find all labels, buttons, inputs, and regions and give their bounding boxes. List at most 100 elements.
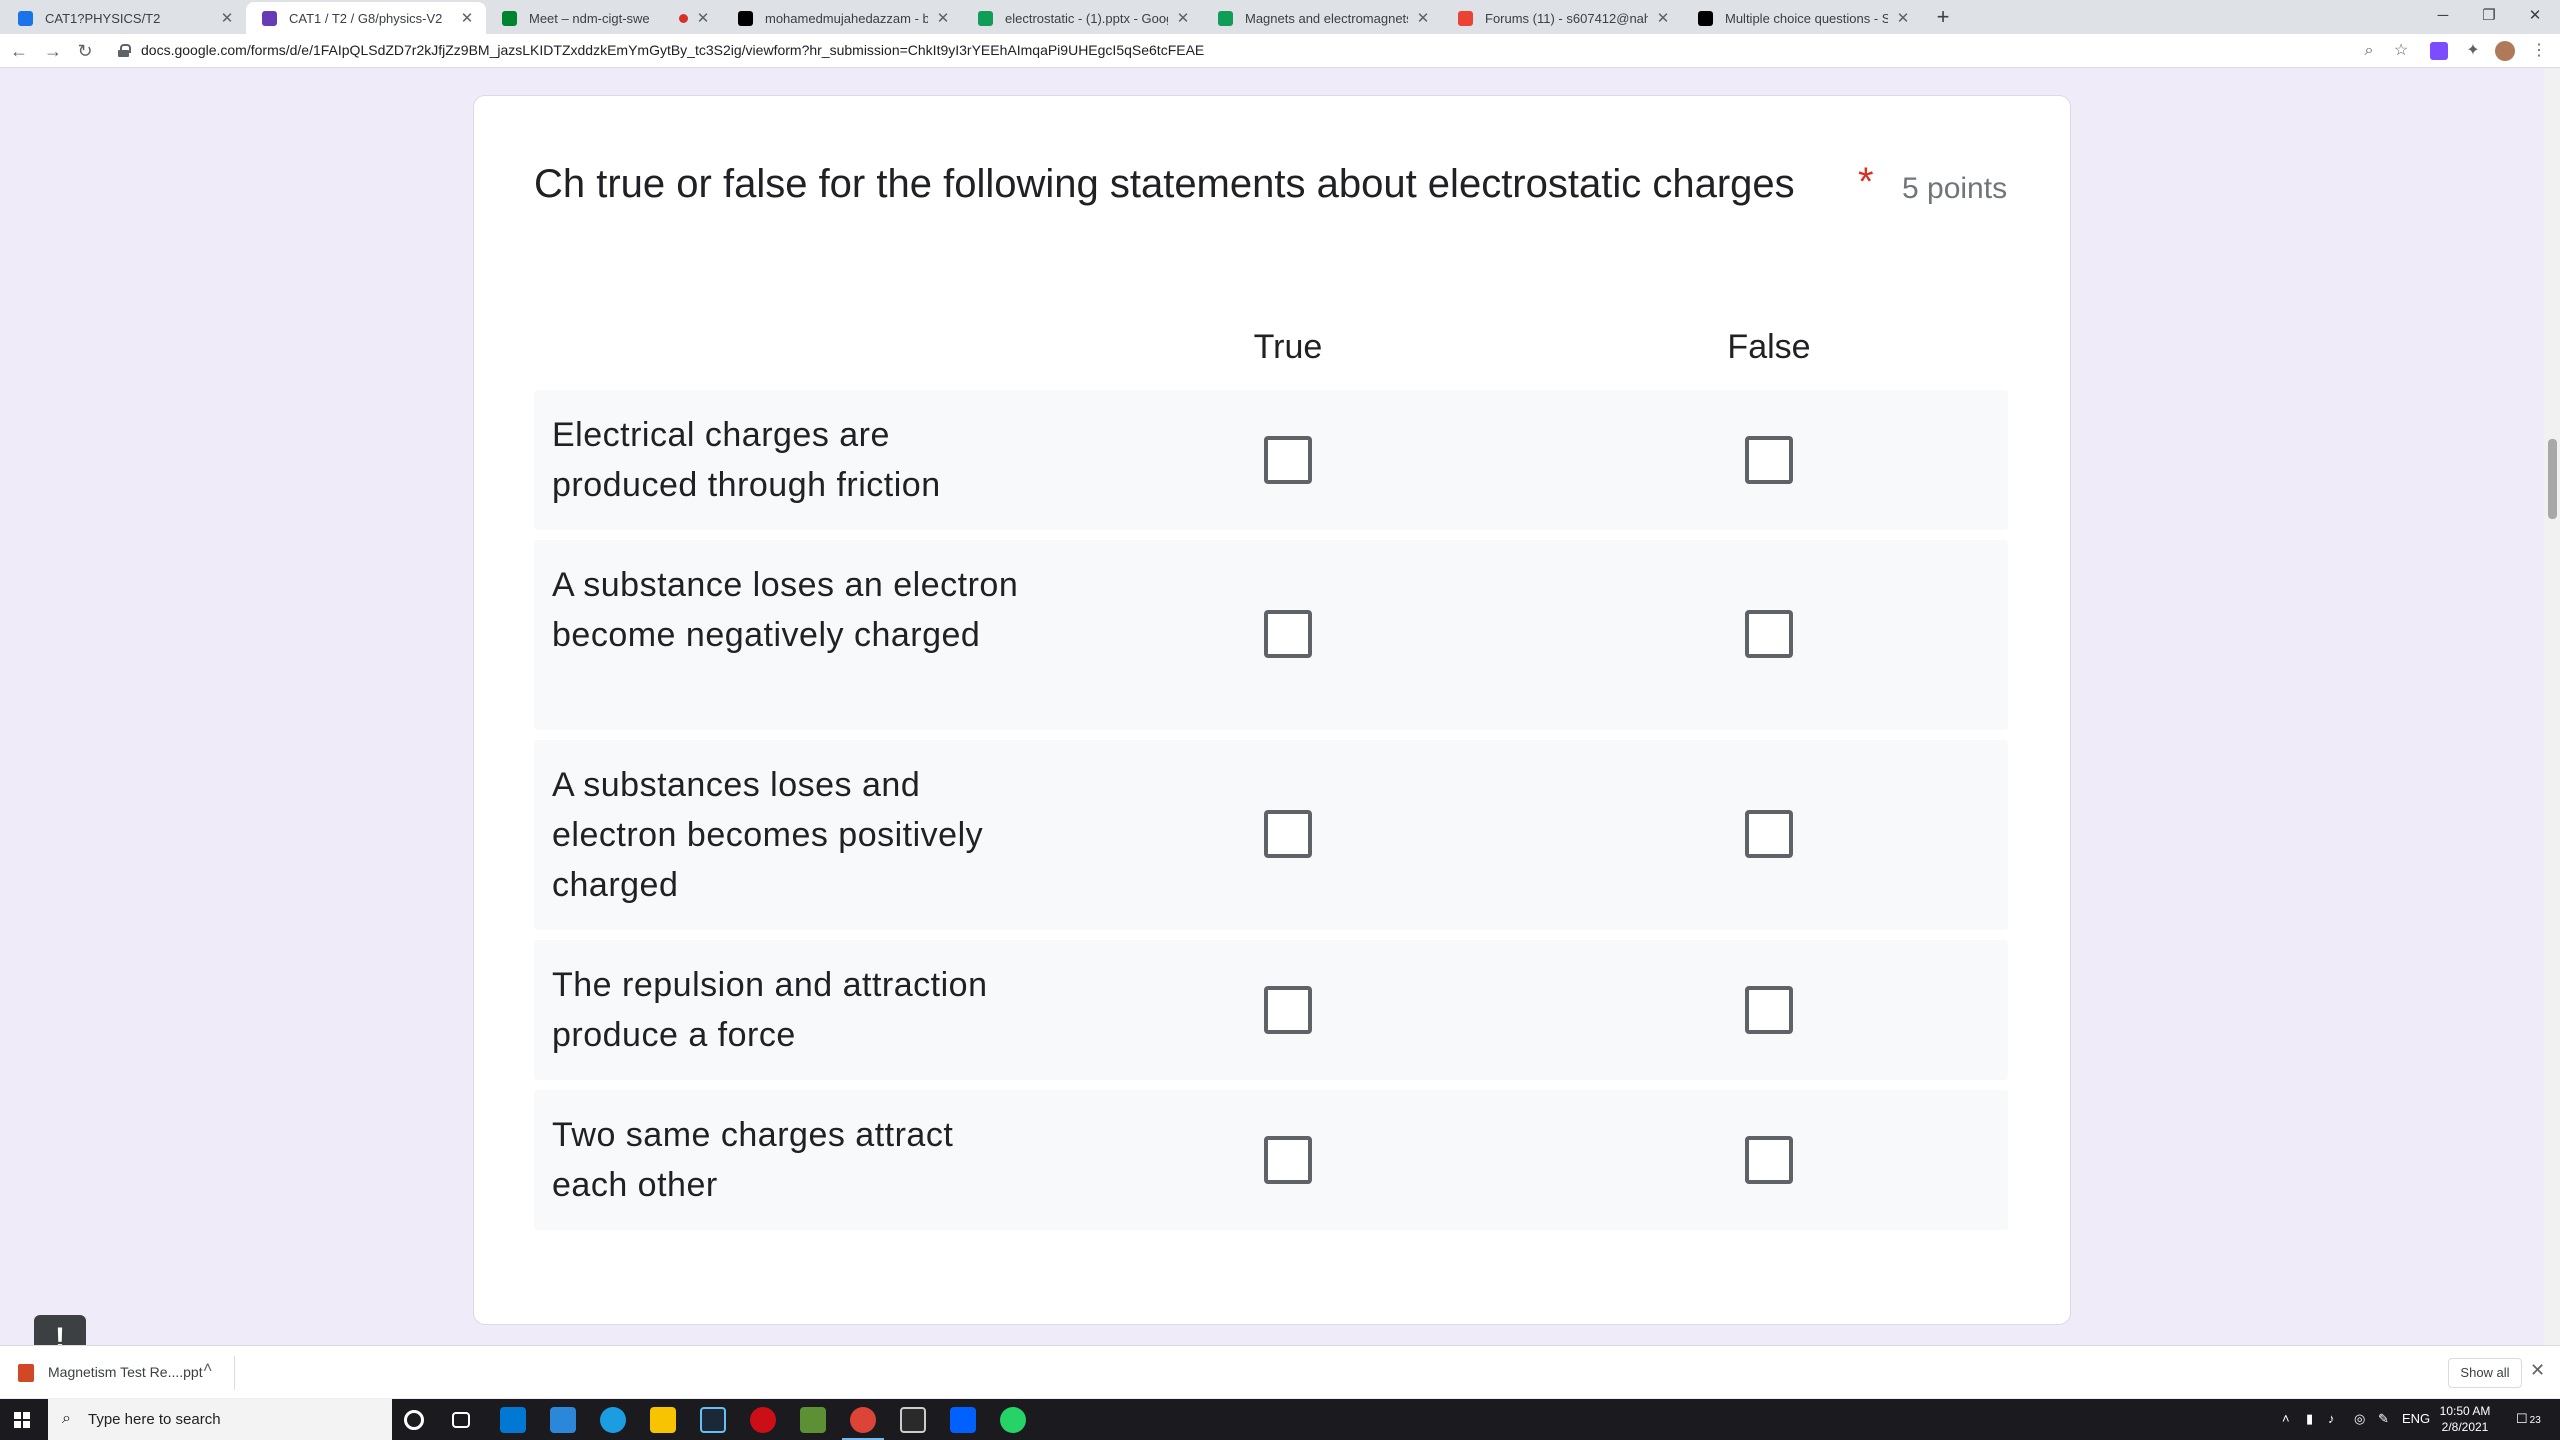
extensions-puzzle-icon[interactable]: ✦ [2462, 40, 2484, 62]
close-icon[interactable]: ✕ [694, 9, 712, 27]
row-label: Two same charges attract each other [552, 1116, 954, 1204]
show-all-downloads-button[interactable]: Show all [2448, 1358, 2522, 1388]
checkbox-false[interactable] [1745, 986, 1793, 1034]
browser-tab-strip: CAT1?PHYSICS/T2 ✕ CAT1 / T2 / G8/physics… [0, 0, 2560, 34]
close-icon[interactable]: ✕ [934, 9, 952, 27]
tab-cat1-physics[interactable]: CAT1?PHYSICS/T2 ✕ [2, 2, 246, 34]
checkbox-false[interactable] [1745, 1136, 1793, 1184]
row-label: The repulsion and attraction produce a f… [552, 966, 988, 1054]
browser-menu-icon[interactable]: ⋮ [2528, 40, 2550, 62]
action-center-icon[interactable]: ☐ 23 [2516, 1411, 2541, 1427]
checkbox-true[interactable] [1264, 436, 1312, 484]
pen-icon[interactable]: ✎ [2378, 1411, 2389, 1427]
dropbox-app-icon[interactable] [950, 1407, 976, 1433]
windows-taskbar: ⌕ Type here to search ˄ ▮ ♪ ◎ ✎ ENG 10:5… [0, 1399, 2560, 1440]
tab-title: CAT1 / T2 / G8/physics-V2 [289, 10, 443, 26]
forward-button[interactable]: → [42, 40, 64, 62]
row-label: A substance loses an electron become neg… [552, 566, 1019, 654]
close-icon[interactable]: ✕ [218, 9, 236, 27]
microphone-icon[interactable]: ▮ [2306, 1411, 2313, 1427]
taskbar-search-box[interactable]: ⌕ Type here to search [48, 1399, 392, 1440]
tab-google-meet[interactable]: Meet – ndm-cigt-swe ✕ [486, 2, 722, 34]
checkbox-true[interactable] [1264, 986, 1312, 1034]
page-scrollbar[interactable] [2544, 69, 2560, 1345]
report-feedback-button[interactable]: ! [34, 1315, 86, 1345]
google-classroom-icon [18, 10, 33, 26]
tab-multiple-choice[interactable]: Multiple choice questions - Sample ✕ [1682, 2, 1922, 34]
clock-date: 2/8/2021 [2441, 1420, 2489, 1434]
reload-button[interactable]: ↻ [74, 40, 96, 62]
search-placeholder: Type here to search [88, 1411, 221, 1428]
tab-google-form[interactable]: CAT1 / T2 / G8/physics-V2 ✕ [246, 2, 486, 34]
restore-button[interactable]: ❐ [2466, 0, 2512, 30]
tab-title: mohamedmujahedazzam - brainly [765, 10, 928, 26]
language-indicator[interactable]: ENG [2402, 1411, 2430, 1426]
clock-time: 10:50 AM [2439, 1404, 2491, 1418]
profile-avatar[interactable] [2494, 40, 2516, 62]
windows-start-button[interactable] [14, 1412, 30, 1428]
steam-app-icon[interactable] [700, 1407, 726, 1433]
browser-toolbar: ← → ↻ docs.google.com/forms/d/e/1FAIpQLS… [0, 34, 2560, 68]
zoom-icon[interactable]: ⌕ [2358, 40, 2380, 62]
new-tab-button[interactable]: + [1930, 4, 1956, 30]
task-view-icon[interactable] [452, 1412, 470, 1428]
window-close-button[interactable]: ✕ [2512, 0, 2558, 30]
network-icon[interactable]: ◎ [2354, 1411, 2365, 1427]
bookmark-star-icon[interactable]: ☆ [2390, 40, 2412, 62]
gmail-icon [1458, 10, 1473, 26]
question-title: Ch true or false for the following state… [534, 162, 1795, 206]
opera-browser-icon[interactable] [750, 1407, 776, 1433]
grid-row: Electrical charges are produced through … [534, 390, 2008, 530]
close-icon[interactable]: ✕ [458, 9, 476, 27]
close-download-shelf-icon[interactable]: ✕ [2530, 1360, 2545, 1381]
taskbar-clock[interactable]: 10:50 AM 2/8/2021 [2430, 1403, 2500, 1435]
close-icon[interactable]: ✕ [1654, 9, 1672, 27]
checkbox-true[interactable] [1264, 1136, 1312, 1184]
minecraft-app-icon[interactable] [800, 1407, 826, 1433]
download-item-name[interactable]: Magnetism Test Re....ppt [48, 1364, 203, 1380]
checkbox-true[interactable] [1264, 610, 1312, 658]
tab-title: Magnets and electromagnets.pdf [1245, 10, 1408, 26]
grid-row: Two same charges attract each other [534, 1090, 2008, 1230]
tab-title: Multiple choice questions - Sample [1725, 10, 1888, 26]
mail-app-icon[interactable] [500, 1407, 526, 1433]
file-explorer-icon[interactable] [650, 1407, 676, 1433]
close-icon[interactable]: ✕ [1414, 9, 1432, 27]
download-shelf: Magnetism Test Re....ppt ˄ Show all ✕ [0, 1345, 2560, 1398]
checkbox-false[interactable] [1745, 436, 1793, 484]
search-icon: ⌕ [62, 1410, 71, 1427]
store-app-icon[interactable] [550, 1407, 576, 1433]
back-button[interactable]: ← [8, 40, 30, 62]
whatsapp-app-icon[interactable] [1000, 1407, 1026, 1433]
google-forms-icon [262, 10, 277, 26]
chrome-browser-icon[interactable] [842, 1407, 884, 1440]
lock-icon[interactable] [118, 44, 131, 57]
tab-google-drive-pptx[interactable]: electrostatic - (1).pptx - Google Drive … [962, 2, 1202, 34]
extension-icon[interactable] [2428, 40, 2450, 62]
google-drive-icon [978, 10, 993, 26]
tab-magnets-pdf[interactable]: Magnets and electromagnets.pdf ✕ [1202, 2, 1442, 34]
tab-gmail-forums[interactable]: Forums (11) - s607412@nahdasc ✕ [1442, 2, 1682, 34]
epic-games-icon[interactable] [900, 1407, 926, 1433]
grid-row: A substance loses an electron become neg… [534, 540, 2008, 730]
close-icon[interactable]: ✕ [1894, 9, 1912, 27]
scrollbar-thumb[interactable] [2548, 439, 2557, 519]
tray-chevron-up-icon[interactable]: ˄ [2282, 1411, 2290, 1426]
checkbox-false[interactable] [1745, 610, 1793, 658]
chevron-up-icon[interactable]: ˄ [203, 1360, 212, 1378]
row-label: Electrical charges are produced through … [552, 416, 941, 504]
checkbox-true[interactable] [1264, 810, 1312, 858]
edge-browser-icon[interactable] [600, 1407, 626, 1433]
checkbox-false[interactable] [1745, 810, 1793, 858]
required-marker: * [1858, 160, 1874, 204]
close-icon[interactable]: ✕ [1174, 9, 1192, 27]
minimize-button[interactable]: ─ [2420, 0, 2466, 30]
row-label: A substances loses and electron becomes … [552, 766, 984, 904]
address-bar[interactable]: docs.google.com/forms/d/e/1FAIpQLSdZD7r2… [141, 42, 1204, 58]
cortana-icon[interactable] [404, 1410, 424, 1430]
volume-icon[interactable]: ♪ [2328, 1411, 2335, 1426]
tab-title: Meet – ndm-cigt-swe [529, 10, 650, 26]
divider [234, 1356, 235, 1390]
grid-row: The repulsion and attraction produce a f… [534, 940, 2008, 1080]
tab-brainly[interactable]: mohamedmujahedazzam - brainly ✕ [722, 2, 962, 34]
